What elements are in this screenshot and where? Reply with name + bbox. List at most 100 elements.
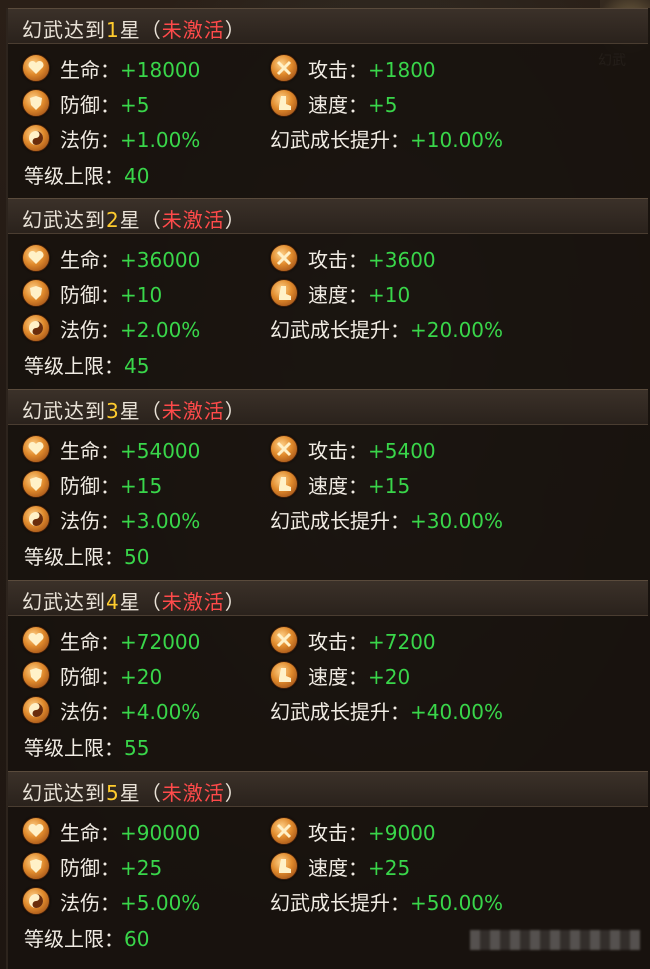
stat-label: 等级上限： bbox=[24, 736, 124, 760]
stat-label: 法伤： bbox=[60, 509, 120, 533]
stat-value: +5400 bbox=[368, 439, 436, 463]
yin-yang-icon bbox=[22, 124, 50, 152]
crossed-swords-icon bbox=[270, 244, 298, 272]
star-upgrade-tooltip-panel: 幻武达到1星（未激活） 生命：+18000 攻击：+1800 防御：+5 速度：… bbox=[6, 8, 650, 969]
stat-label: 法伤： bbox=[60, 891, 120, 915]
paren-close: ） bbox=[224, 18, 246, 42]
stat-value: +15 bbox=[120, 474, 163, 498]
stat-label: 法伤： bbox=[60, 700, 120, 724]
stat-value: +90000 bbox=[120, 821, 201, 845]
star-tier-title: 幻武达到3星（未激活） bbox=[22, 395, 246, 424]
stat-value: +5 bbox=[120, 93, 150, 117]
stat-label: 生命： bbox=[60, 248, 120, 272]
stat-label: 防御： bbox=[60, 665, 120, 689]
tier-prefix: 幻武达到 bbox=[22, 590, 106, 614]
star-tier-section-1: 幻武达到1星（未激活） 生命：+18000 攻击：+1800 防御：+5 速度：… bbox=[8, 8, 650, 198]
star-tier-title: 幻武达到1星（未激活） bbox=[22, 14, 246, 43]
stat-label: 等级上限： bbox=[24, 164, 124, 188]
star-tier-header: 幻武达到2星（未激活） bbox=[8, 198, 648, 234]
tier-suffix: 星 bbox=[119, 208, 141, 232]
stat-value: 50 bbox=[124, 545, 150, 569]
star-tier-section-4: 幻武达到4星（未激活） 生命：+72000 攻击：+7200 防御：+20 速度… bbox=[8, 580, 650, 770]
tier-star-number: 4 bbox=[106, 590, 120, 614]
stat-value: +20.00% bbox=[410, 318, 504, 342]
stat-value: +7200 bbox=[368, 630, 436, 654]
activation-status: 未激活 bbox=[161, 781, 225, 805]
heart-icon bbox=[22, 435, 50, 463]
tier-prefix: 幻武达到 bbox=[22, 399, 106, 423]
boot-icon bbox=[270, 852, 298, 880]
stat-label: 等级上限： bbox=[24, 545, 124, 569]
yin-yang-icon bbox=[22, 505, 50, 533]
yin-yang-icon bbox=[22, 887, 50, 915]
stat-label: 速度： bbox=[308, 93, 368, 117]
star-tier-header: 幻武达到1星（未激活） bbox=[8, 8, 648, 44]
shield-icon bbox=[22, 89, 50, 117]
crossed-swords-icon bbox=[270, 54, 298, 82]
stat-value: 45 bbox=[124, 354, 150, 378]
tier-suffix: 星 bbox=[119, 399, 141, 423]
stat-label: 生命： bbox=[60, 439, 120, 463]
stat-value: +20 bbox=[368, 665, 411, 689]
stat-value: +72000 bbox=[120, 630, 201, 654]
stat-label: 幻武成长提升： bbox=[270, 318, 410, 342]
star-tier-title: 幻武达到4星（未激活） bbox=[22, 586, 246, 615]
stat-value: +20 bbox=[120, 665, 163, 689]
tier-prefix: 幻武达到 bbox=[22, 208, 106, 232]
activation-status: 未激活 bbox=[161, 18, 225, 42]
stat-label: 防御： bbox=[60, 93, 120, 117]
paren-open: （ bbox=[140, 590, 162, 614]
tier-prefix: 幻武达到 bbox=[22, 18, 106, 42]
star-tier-header: 幻武达到5星（未激活） bbox=[8, 771, 648, 807]
stat-value: +25 bbox=[368, 856, 411, 880]
stat-value: +25 bbox=[120, 856, 163, 880]
paren-close: ） bbox=[224, 781, 246, 805]
heart-icon bbox=[22, 626, 50, 654]
stat-label: 防御： bbox=[60, 856, 120, 880]
game-background: 幻武 幻武达到1星（未激活） 生命：+18000 攻击：+1800 防御：+5 bbox=[0, 0, 650, 969]
stat-value: +5 bbox=[368, 93, 398, 117]
blurred-watermark bbox=[470, 930, 640, 950]
yin-yang-icon bbox=[22, 696, 50, 724]
yin-yang-icon bbox=[22, 314, 50, 342]
activation-status: 未激活 bbox=[161, 208, 225, 232]
shield-icon bbox=[22, 470, 50, 498]
tier-star-number: 5 bbox=[106, 781, 120, 805]
crossed-swords-icon bbox=[270, 435, 298, 463]
stat-label: 等级上限： bbox=[24, 927, 124, 951]
stat-value: +3.00% bbox=[120, 509, 201, 533]
stat-label: 速度： bbox=[308, 856, 368, 880]
stat-label: 法伤： bbox=[60, 128, 120, 152]
stat-value: 40 bbox=[124, 164, 150, 188]
stat-label: 幻武成长提升： bbox=[270, 128, 410, 152]
stat-value: +1.00% bbox=[120, 128, 201, 152]
stat-label: 攻击： bbox=[308, 58, 368, 82]
stat-value: +15 bbox=[368, 474, 411, 498]
stat-label: 攻击： bbox=[308, 248, 368, 272]
stat-label: 攻击： bbox=[308, 630, 368, 654]
stat-value: +2.00% bbox=[120, 318, 201, 342]
tier-prefix: 幻武达到 bbox=[22, 781, 106, 805]
paren-open: （ bbox=[140, 208, 162, 232]
shield-icon bbox=[22, 661, 50, 689]
tier-suffix: 星 bbox=[119, 18, 141, 42]
activation-status: 未激活 bbox=[161, 399, 225, 423]
tier-star-number: 2 bbox=[106, 208, 120, 232]
stat-label: 幻武成长提升： bbox=[270, 700, 410, 724]
star-tier-header: 幻武达到3星（未激活） bbox=[8, 389, 648, 425]
stat-label: 防御： bbox=[60, 283, 120, 307]
heart-icon bbox=[22, 817, 50, 845]
stat-label: 法伤： bbox=[60, 318, 120, 342]
crossed-swords-icon bbox=[270, 817, 298, 845]
heart-icon bbox=[22, 244, 50, 272]
star-tier-title: 幻武达到2星（未激活） bbox=[22, 204, 246, 233]
tier-star-number: 3 bbox=[106, 399, 120, 423]
shield-icon bbox=[22, 852, 50, 880]
stat-value: 60 bbox=[124, 927, 150, 951]
tier-suffix: 星 bbox=[119, 781, 141, 805]
paren-open: （ bbox=[140, 399, 162, 423]
tier-star-number: 1 bbox=[106, 18, 120, 42]
paren-close: ） bbox=[224, 208, 246, 232]
stat-label: 速度： bbox=[308, 665, 368, 689]
stat-label: 速度： bbox=[308, 283, 368, 307]
